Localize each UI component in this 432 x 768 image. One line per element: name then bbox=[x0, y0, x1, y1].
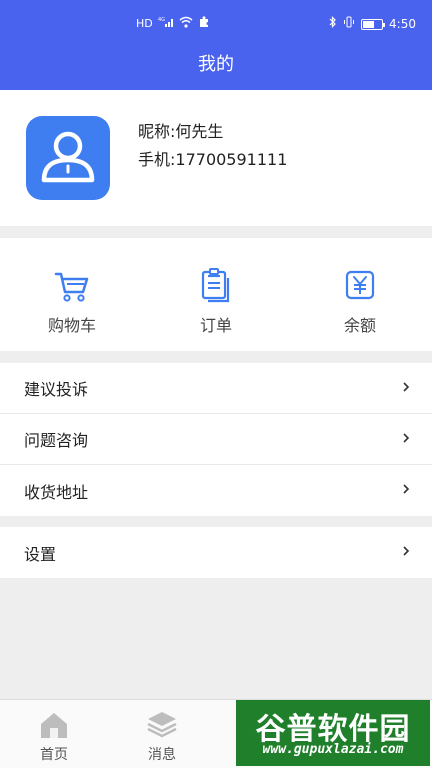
menu-item-address[interactable]: 收货地址 bbox=[0, 465, 432, 516]
shortcut-balance[interactable]: 余额 bbox=[288, 238, 432, 351]
menu-item-label: 问题咨询 bbox=[24, 431, 89, 450]
svg-text:4G: 4G bbox=[158, 17, 165, 23]
menu-item-settings[interactable]: 设置 bbox=[0, 527, 432, 578]
chevron-right-icon bbox=[403, 546, 410, 556]
bluetooth-icon bbox=[329, 16, 337, 32]
home-icon bbox=[41, 713, 67, 738]
signal-4g-icon: 4G bbox=[158, 16, 174, 32]
profile-info: 昵称: 何先生 手机: 17700591111 bbox=[138, 118, 287, 174]
menu-group-1: 建议投诉 问题咨询 收货地址 bbox=[0, 363, 432, 516]
chevron-right-icon bbox=[403, 382, 410, 392]
page-title: 我的 bbox=[198, 54, 234, 75]
status-time: 4:50 bbox=[389, 17, 416, 31]
avatar[interactable] bbox=[26, 116, 110, 200]
vibrate-icon bbox=[343, 16, 355, 32]
shortcut-row: 购物车 订单 余额 bbox=[0, 238, 432, 351]
nickname-value: 何先生 bbox=[175, 122, 224, 141]
tab-home-label: 首页 bbox=[40, 747, 68, 763]
profile-card[interactable]: 昵称: 何先生 手机: 17700591111 bbox=[0, 90, 432, 226]
nickname-label: 昵称: bbox=[138, 122, 176, 141]
shortcut-balance-label: 余额 bbox=[343, 316, 376, 335]
menu-item-inquiry[interactable]: 问题咨询 bbox=[0, 414, 432, 465]
menu-item-label: 设置 bbox=[24, 544, 57, 564]
phone-value: 17700591111 bbox=[175, 150, 288, 169]
order-icon bbox=[201, 268, 230, 303]
shortcut-orders[interactable]: 订单 bbox=[144, 238, 288, 351]
chevron-right-icon bbox=[403, 433, 410, 443]
watermark-logo: 谷普软件园 www.gupuxlazai.com bbox=[236, 700, 430, 766]
header-bar: HD 4G 4:50 我的 bbox=[0, 0, 432, 90]
status-left-icons: HD 4G bbox=[136, 16, 210, 32]
menu-item-label: 收货地址 bbox=[24, 482, 89, 502]
menu-group-2: 设置 bbox=[0, 527, 432, 578]
shortcut-cart[interactable]: 购物车 bbox=[0, 238, 144, 351]
phone-label: 手机: bbox=[138, 150, 176, 169]
shortcut-cart-label: 购物车 bbox=[47, 316, 96, 335]
nickname-row: 昵称: 何先生 bbox=[138, 118, 287, 146]
layers-icon bbox=[147, 712, 177, 738]
chevron-right-icon bbox=[403, 484, 410, 494]
phone-row: 手机: 17700591111 bbox=[138, 146, 287, 174]
tab-messages[interactable]: 消息 bbox=[108, 700, 216, 768]
tab-home[interactable]: 首页 bbox=[0, 700, 108, 768]
menu-item-label: 建议投诉 bbox=[24, 380, 89, 399]
status-right-icons: 4:50 bbox=[329, 16, 416, 32]
cart-icon bbox=[54, 272, 89, 302]
shortcut-orders-label: 订单 bbox=[199, 316, 232, 335]
user-icon bbox=[41, 131, 95, 183]
tab-messages-label: 消息 bbox=[148, 747, 176, 763]
puzzle-icon bbox=[198, 16, 210, 32]
hd-icon: HD bbox=[136, 17, 153, 30]
battery-icon bbox=[361, 18, 386, 30]
yuan-icon bbox=[345, 270, 375, 300]
wifi-icon bbox=[179, 16, 193, 32]
watermark-url: www.gupuxlazai.com bbox=[262, 742, 404, 757]
menu-item-complaints[interactable]: 建议投诉 bbox=[0, 363, 432, 414]
status-bar: HD 4G 4:50 bbox=[0, 0, 432, 46]
